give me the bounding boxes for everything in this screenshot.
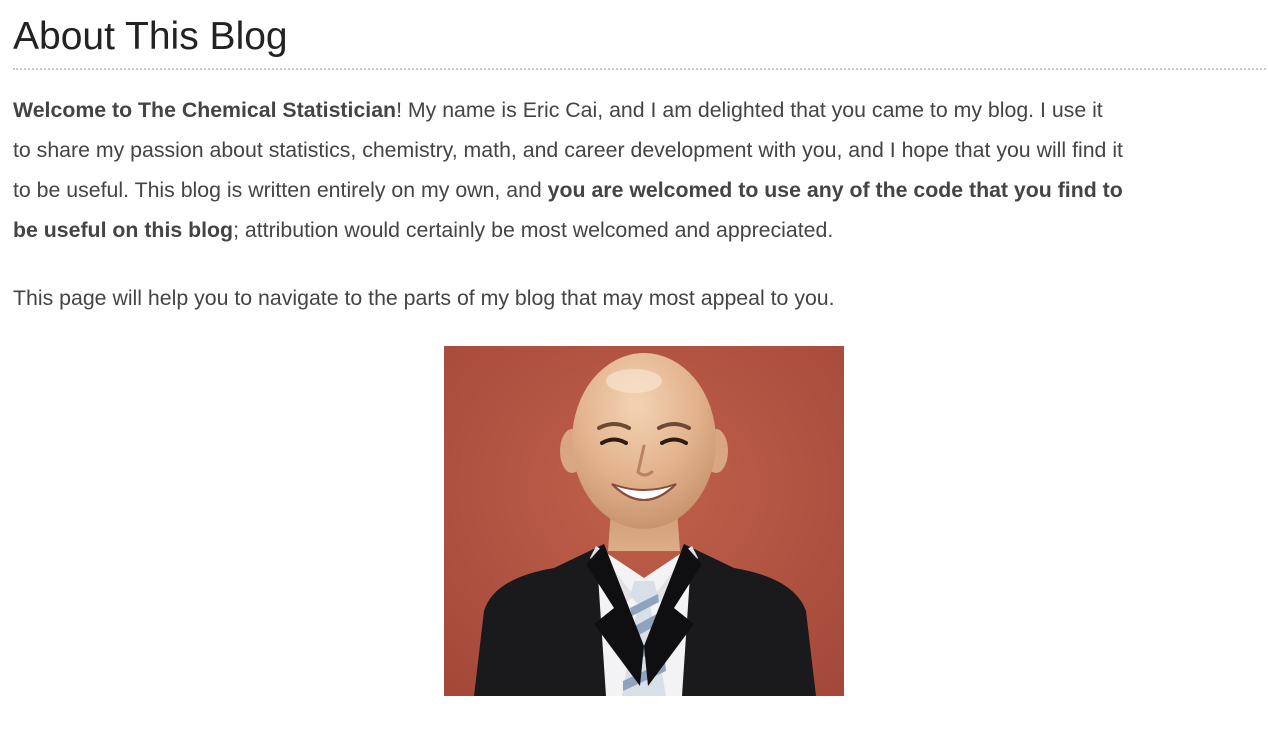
welcome-bold-text: Welcome to The Chemical Statistician: [13, 98, 397, 122]
title-divider: [13, 68, 1266, 70]
intro-line-3-text: to be useful. This blog is written entir…: [13, 178, 548, 202]
intro-line-3: to be useful. This blog is written entir…: [13, 170, 1268, 210]
intro-line-4: be useful on this blog; attribution woul…: [13, 210, 1268, 250]
code-usage-bold-text-cont: be useful on this blog: [13, 218, 234, 242]
about-page: About This Blog Welcome to The Chemical …: [0, 0, 1268, 752]
page-title: About This Blog: [13, 15, 288, 58]
intro-line-1-text: ! My name is Eric Cai, and I am delighte…: [396, 98, 1103, 122]
code-usage-bold-text: you are welcomed to use any of the code …: [547, 178, 1123, 202]
author-portrait-image: [444, 346, 844, 696]
intro-line-1: Welcome to The Chemical Statistician! My…: [13, 90, 1268, 130]
intro-paragraph: Welcome to The Chemical Statistician! My…: [13, 90, 1268, 250]
author-portrait-icon: [444, 346, 844, 696]
navigation-note: This page will help you to navigate to t…: [13, 286, 835, 310]
intro-line-4-text: ; attribution would certainly be most we…: [233, 218, 834, 242]
intro-line-2: to share my passion about statistics, ch…: [13, 138, 1123, 162]
